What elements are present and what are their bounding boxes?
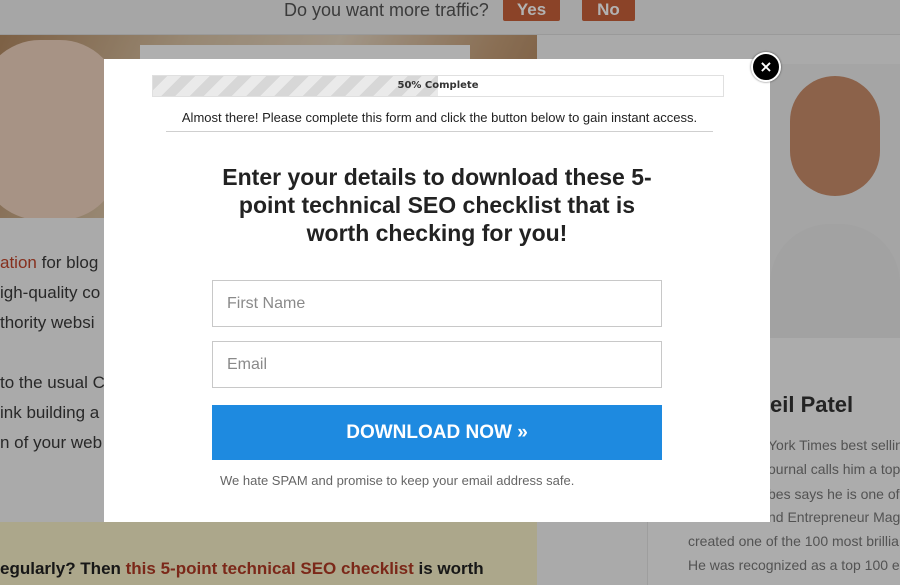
modal-headline: Enter your details to download these 5-p… (222, 164, 652, 246)
progress-bar: 50% Complete (152, 75, 724, 97)
form-notice: Almost there! Please complete this form … (166, 110, 713, 132)
email-input[interactable] (212, 341, 662, 388)
close-icon[interactable]: × (751, 52, 781, 82)
download-now-button[interactable]: DOWNLOAD NOW » (212, 405, 662, 460)
spam-note: We hate SPAM and promise to keep your em… (220, 473, 575, 488)
optin-modal: 50% Complete Almost there! Please comple… (104, 59, 770, 522)
first-name-input[interactable] (212, 280, 662, 327)
progress-label: 50% Complete (397, 80, 479, 91)
